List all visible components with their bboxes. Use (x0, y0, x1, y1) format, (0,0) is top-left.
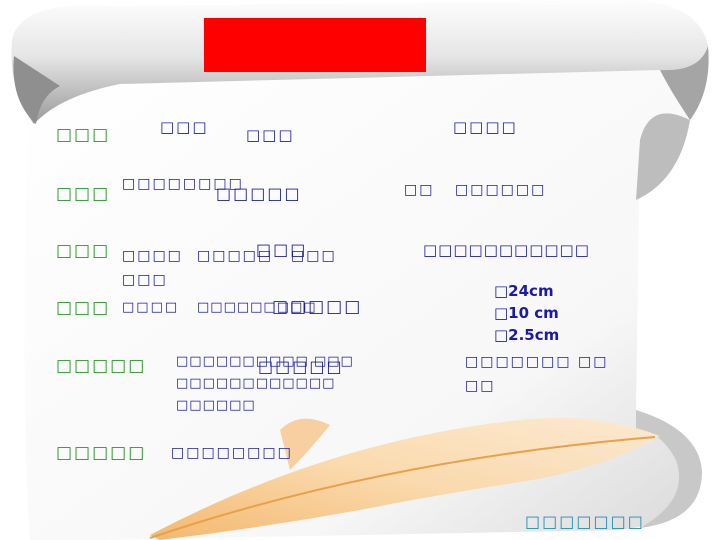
measure-10cm: □10 cm (494, 304, 559, 322)
footer-text[interactable]: □□□□□□□ (525, 512, 645, 531)
row3-value-d: □□□ (291, 248, 337, 264)
measure-24cm: □24cm (494, 282, 554, 300)
row2-value-d: □□□□□□ (455, 182, 547, 198)
row6-label: □□□□□ (56, 443, 147, 463)
row1-label: □□□ (56, 125, 111, 145)
row2-label: □□□ (56, 184, 111, 204)
row4-value-c: □□□□□ (272, 297, 363, 317)
row6-value-a: □□□□□□□□ (171, 445, 293, 461)
row2-value-c: □□ (404, 182, 435, 198)
row5-value-a3: □□□□□□ (176, 398, 256, 413)
row3-value-f: □□□□□□□□□□□ (423, 241, 590, 259)
row3-value-a: □□□□ (122, 248, 183, 264)
row4-label: □□□ (56, 298, 111, 318)
row3-label: □□□ (56, 241, 111, 261)
row5-value-b: □□□□□ (258, 357, 344, 376)
row1-value-c: □□□□ (453, 118, 518, 136)
row5-value-a2: □□□□□□□□□□□□ (176, 376, 336, 391)
row5-value-c1: □□□□□□□ □□ (465, 354, 609, 370)
title-banner (204, 18, 426, 72)
measure-2-5cm: □2.5cm (494, 326, 560, 344)
row5-value-c2: □□ (465, 378, 496, 394)
row3-value-e: □□□ (122, 272, 168, 288)
row1-value-a: □□□ (160, 118, 209, 136)
row2-value-b: □□□□□ (216, 184, 302, 203)
row5-label: □□□□□ (56, 356, 147, 376)
row1-value-b: □□□ (246, 126, 295, 144)
row4-value-a: □□□□ (122, 300, 180, 315)
